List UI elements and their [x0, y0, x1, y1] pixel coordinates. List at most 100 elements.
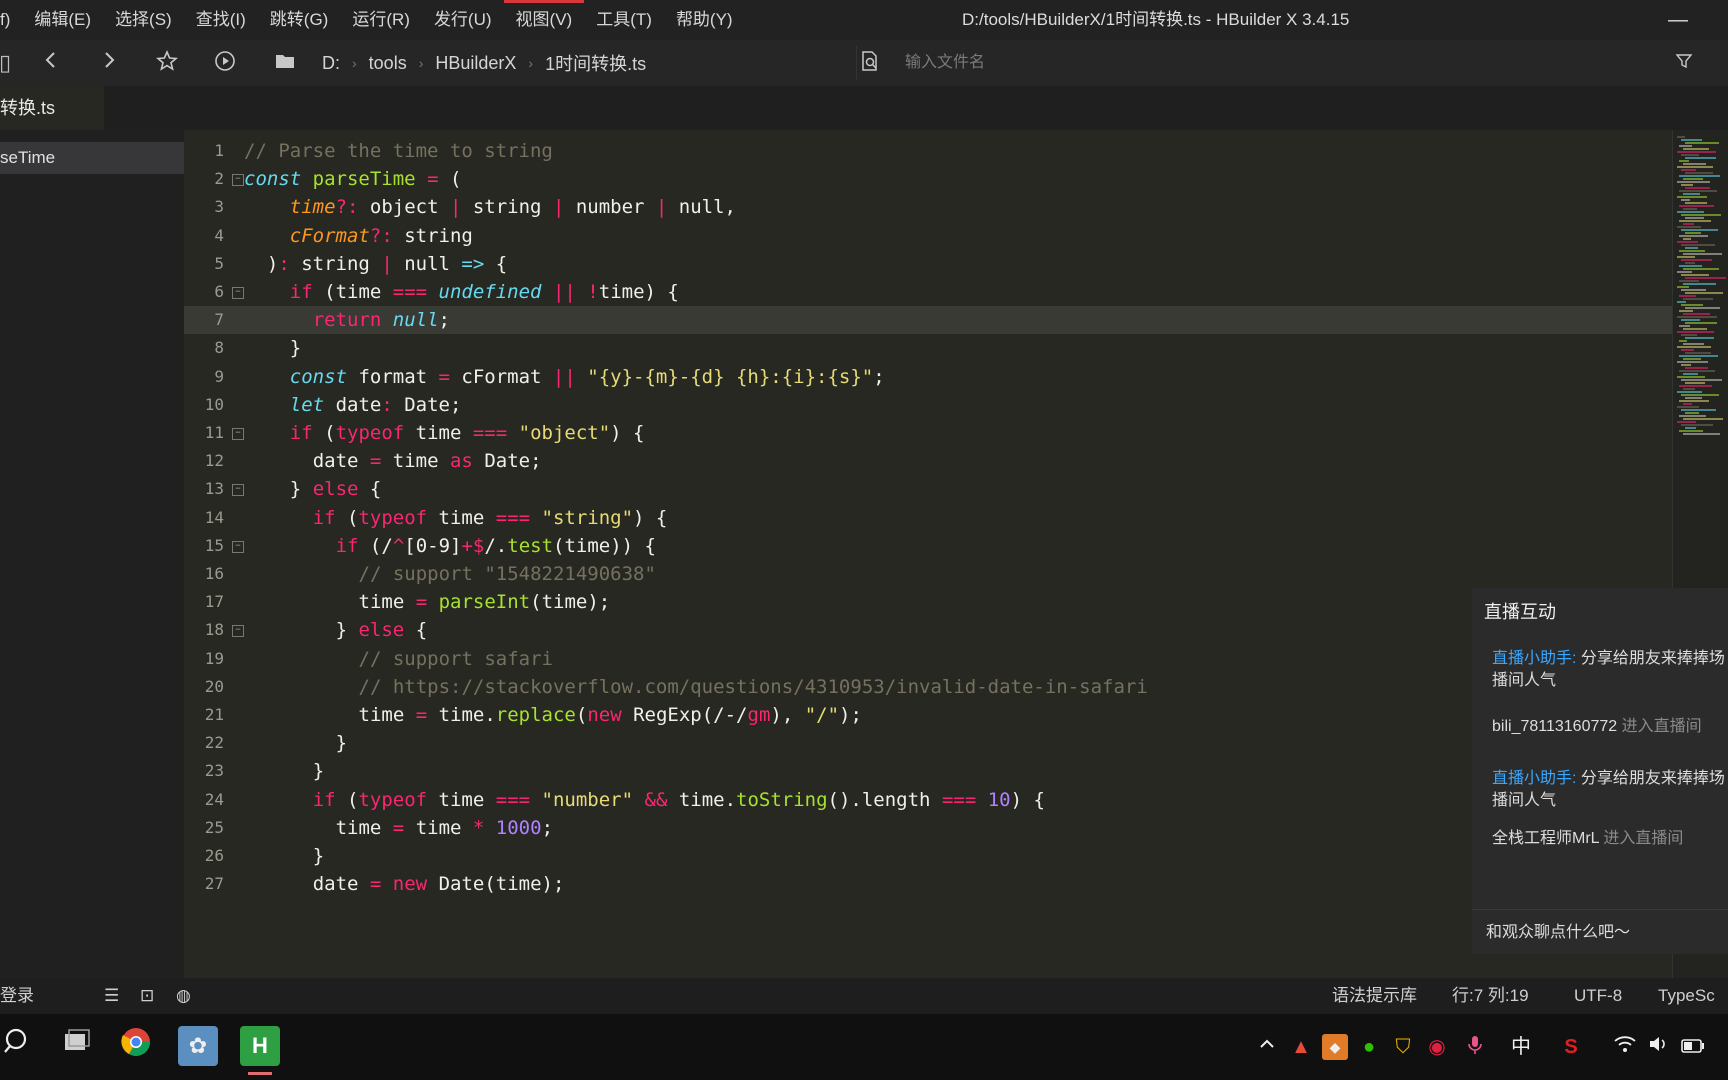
tab-file[interactable]: 转换.ts — [0, 86, 104, 130]
menu-item[interactable]: 运行(R) — [340, 0, 422, 40]
cursor-position[interactable]: 行:7 列:19 — [1452, 978, 1529, 1014]
code-line[interactable]: 8} — [184, 334, 1672, 362]
globe-icon[interactable]: ◍ — [176, 978, 191, 1014]
outline-item-parsetime[interactable]: seTime — [0, 142, 184, 174]
mic-icon[interactable] — [1462, 1034, 1488, 1060]
code-line[interactable]: 6− if (time === undefined || !time) { — [184, 278, 1672, 306]
app-tray-icon[interactable]: ▲ — [1288, 1034, 1314, 1060]
wechat-icon[interactable]: ● — [1356, 1034, 1382, 1060]
code-token: && — [644, 788, 668, 811]
code-line[interactable]: 13−} else { — [184, 475, 1672, 503]
breadcrumb-item[interactable]: 1时间转换.ts — [545, 50, 646, 76]
code-line[interactable]: 19 // support safari — [184, 645, 1672, 673]
code-line[interactable]: 21 time = time.replace(new RegExp(/-/gm),… — [184, 701, 1672, 729]
code-editor[interactable]: 1// Parse the time to string 2− const pars… — [184, 130, 1672, 978]
list-icon[interactable]: ☰ — [104, 978, 119, 1014]
fold-toggle-icon[interactable]: − — [232, 484, 244, 497]
code-line[interactable]: 15− if (/^[0-9]+$/.test(time)) { — [184, 532, 1672, 560]
code-line[interactable]: 7 return null; — [184, 306, 1672, 335]
code-line[interactable]: 14 if (typeof time === "string") { — [184, 504, 1672, 532]
code-line[interactable]: 5): string | null => { — [184, 250, 1672, 278]
tray-app-icon[interactable]: ◆ — [1322, 1034, 1348, 1060]
chat-author[interactable]: 直播小助手: — [1492, 650, 1576, 667]
folder-icon[interactable] — [272, 50, 298, 76]
minimap-line — [1685, 397, 1702, 399]
code-line[interactable]: 11− if (typeof time === "object") { — [184, 419, 1672, 447]
chat-author[interactable]: 全栈工程师MrL — [1492, 830, 1599, 847]
minimize-button[interactable]: — — [1668, 0, 1688, 40]
forward-icon[interactable] — [96, 50, 122, 76]
menu-item[interactable]: 编辑(E) — [22, 0, 103, 40]
menu-item[interactable]: 跳转(G) — [258, 0, 341, 40]
battery-icon[interactable] — [1680, 1034, 1706, 1060]
menu-item[interactable]: 工具(T) — [584, 0, 664, 40]
chevron-up-icon[interactable] — [1254, 1034, 1280, 1060]
code-line[interactable]: 27 date = new Date(time); — [184, 870, 1672, 898]
fold-toggle-icon[interactable]: − — [232, 625, 244, 638]
code-line[interactable]: 4 cFormat?: string — [184, 222, 1672, 250]
menu-item[interactable]: 帮助(Y) — [664, 0, 745, 40]
left-edge-icon[interactable]: ▯ — [0, 50, 18, 76]
run-icon[interactable] — [212, 50, 238, 76]
netease-icon[interactable]: ◉ — [1424, 1034, 1450, 1060]
code-token: = — [392, 816, 405, 839]
menu-item[interactable]: 选择(S) — [103, 0, 184, 40]
breadcrumb-item[interactable]: tools — [369, 53, 407, 74]
code-line[interactable]: 24 if (typeof time === "number" && time.t… — [184, 786, 1672, 814]
code-line[interactable]: 1 // Parse the time to string — [184, 137, 1672, 165]
menu-item[interactable]: f) — [0, 0, 22, 40]
wifi-icon[interactable] — [1612, 1034, 1638, 1060]
search-icon[interactable] — [0, 1026, 36, 1066]
file-search-input[interactable]: 输入文件名 — [905, 46, 985, 80]
chat-author[interactable]: 直播小助手: — [1492, 770, 1576, 787]
task-view-icon[interactable] — [56, 1026, 96, 1066]
code-line[interactable]: 18−} else { — [184, 616, 1672, 644]
code-token: 1000 — [495, 816, 542, 839]
code-line[interactable]: 10 let date: Date; — [184, 391, 1672, 419]
chat-input[interactable]: 和观众聊点什么吧～ — [1486, 918, 1630, 942]
menu-item[interactable]: 发行(U) — [422, 0, 504, 40]
terminal-icon[interactable]: ⊡ — [140, 978, 154, 1014]
game-app-icon[interactable]: ✿ — [178, 1026, 218, 1066]
fold-toggle-icon[interactable]: − — [232, 287, 244, 299]
code-line[interactable]: 20 // https://stackoverflow.com/questions… — [184, 673, 1672, 701]
code-line[interactable]: 25 time = time * 1000; — [184, 814, 1672, 842]
code-line[interactable]: 16 // support "1548221490638" — [184, 560, 1672, 588]
line-number: 9 — [214, 366, 224, 386]
fold-toggle-icon[interactable]: − — [232, 540, 244, 553]
code-line[interactable]: 9 const format = cFormat || "{y}-{m}-{d} … — [184, 363, 1672, 391]
star-icon[interactable] — [154, 49, 180, 76]
code-text: // https://stackoverflow.com/questions/4… — [359, 673, 1148, 701]
fold-toggle-icon[interactable]: − — [232, 428, 244, 440]
back-icon[interactable] — [38, 50, 64, 76]
shield-icon[interactable]: ⛉ — [1390, 1034, 1416, 1060]
code-line[interactable]: 23} — [184, 757, 1672, 785]
file-search[interactable]: 输入文件名 — [856, 46, 1713, 80]
code-line[interactable]: 2− const parseTime = ( — [184, 165, 1672, 193]
fold-toggle-icon[interactable]: − — [232, 174, 244, 187]
menu-item[interactable]: 视图(V) — [503, 0, 585, 40]
hbuilderx-icon[interactable]: H — [240, 1026, 280, 1066]
chat-author[interactable]: bili_78113160772 — [1492, 718, 1617, 735]
sogou-icon[interactable]: S — [1558, 1034, 1584, 1060]
chrome-icon[interactable] — [116, 1026, 156, 1066]
code-line[interactable]: 26} — [184, 842, 1672, 870]
code-line[interactable]: 3 time?: object | string | number | null, — [184, 193, 1672, 221]
ime-indicator[interactable]: 中 — [1508, 1034, 1534, 1060]
code-token: Date; — [392, 393, 462, 416]
breadcrumb-item[interactable]: HBuilderX — [435, 53, 516, 74]
breadcrumb-item[interactable]: D: — [322, 53, 340, 74]
menu-item[interactable]: 查找(I) — [184, 0, 258, 40]
encoding[interactable]: UTF-8 — [1574, 978, 1622, 1014]
filter-icon[interactable] — [1671, 50, 1697, 76]
language-mode[interactable]: TypeSc — [1658, 978, 1715, 1014]
code-line[interactable]: 22} — [184, 729, 1672, 757]
file-search-icon[interactable] — [857, 50, 883, 76]
code-line[interactable]: 12 date = time as Date; — [184, 447, 1672, 475]
login-status[interactable]: 登录 — [0, 978, 34, 1014]
code-token: ; — [873, 365, 885, 388]
code-token: else — [358, 619, 405, 642]
volume-icon[interactable] — [1646, 1034, 1672, 1060]
code-line[interactable]: 17 time = parseInt(time); — [184, 588, 1672, 616]
syntax-lib[interactable]: 语法提示库 — [1332, 978, 1417, 1014]
